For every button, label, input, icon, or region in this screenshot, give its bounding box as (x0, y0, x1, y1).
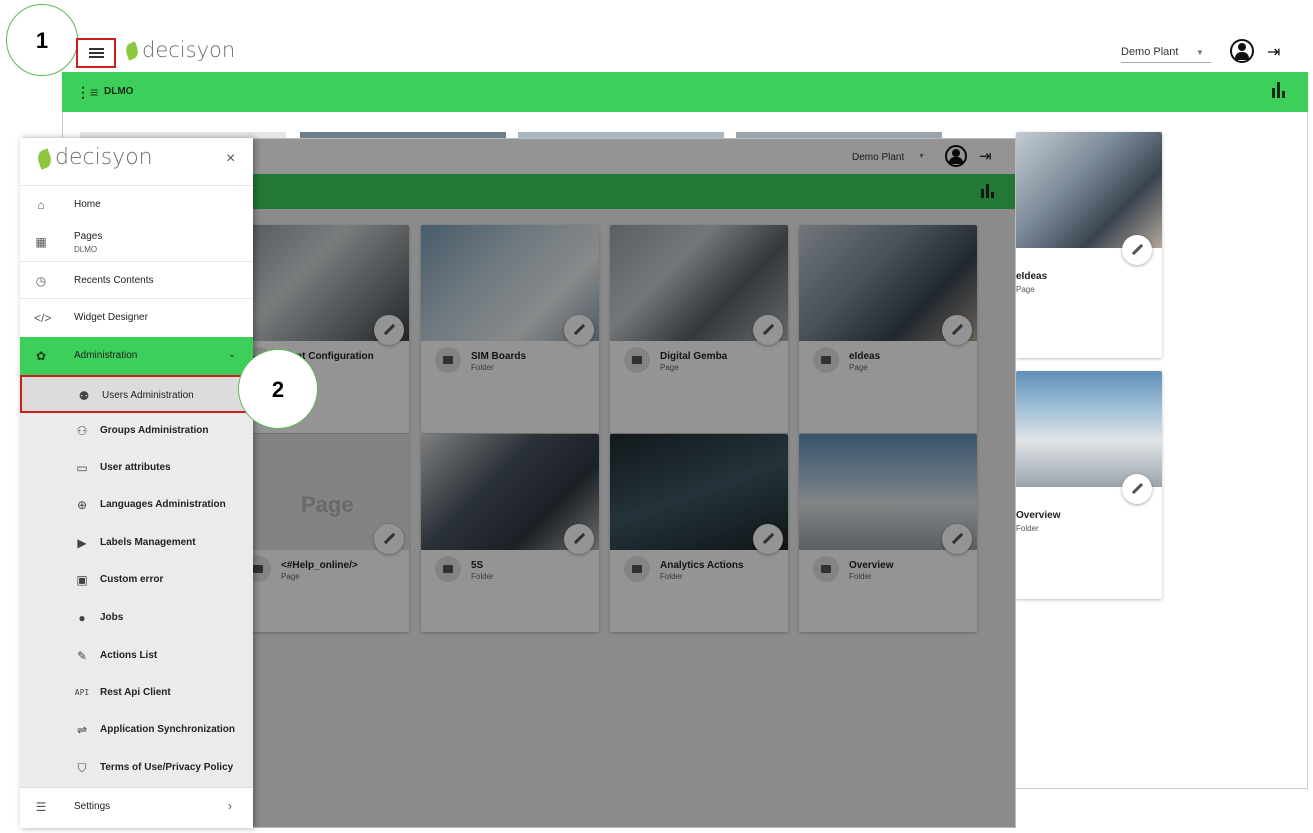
wrench-icon: ✎ (76, 649, 88, 663)
edit-icon[interactable] (1122, 235, 1152, 265)
outer-header: decisyon Demo Plant ▼ ⇥ (62, 32, 1308, 72)
admin-terms-of-use[interactable]: ⛉ Terms of Use/Privacy Policy (20, 749, 253, 787)
outer-breadcrumb-bar: ⋮≡ DLMO (62, 72, 1308, 112)
admin-actions-list[interactable]: ✎ Actions List (20, 637, 253, 675)
admin-user-attributes[interactable]: ▭ User attributes (20, 449, 253, 487)
tree-icon[interactable]: ⋮≡ (76, 84, 98, 101)
admin-custom-error[interactable]: ▣ Custom error (20, 561, 253, 599)
jobs-icon: ● (78, 611, 86, 625)
callout-2: 2 (238, 349, 318, 429)
nav-widget-designer[interactable]: </> Widget Designer (20, 299, 253, 337)
error-icon: ▣ (76, 573, 88, 587)
chevron-right-icon: › (228, 799, 232, 813)
card-subtitle: Page (1016, 285, 1035, 294)
drawer-logo-text: decisyon (55, 145, 153, 170)
card-subtitle: Folder (1016, 524, 1039, 533)
admin-languages-administration[interactable]: ⊕ Languages Administration (20, 486, 253, 524)
outer-card-eideas[interactable]: eIdeas Page (1016, 132, 1162, 358)
decisyon-leaf-icon (35, 148, 54, 170)
callout-1: 1 (6, 4, 78, 76)
home-icon: ⌂ (37, 198, 45, 212)
chevron-down-icon: ▼ (1196, 48, 1204, 57)
decisyon-leaf-icon (123, 41, 141, 61)
shield-icon: ⛉ (77, 761, 87, 775)
nav-administration[interactable]: ✿ Administration ⌄ (20, 337, 253, 375)
admin-users-administration[interactable]: ⚉ Users Administration (20, 375, 253, 413)
code-icon: </> (34, 311, 52, 325)
pages-icon: ▦ (35, 235, 47, 249)
sync-icon: ⇌ (76, 723, 88, 737)
sliders-icon: ☰ (35, 800, 47, 814)
card-title: eIdeas (1016, 271, 1048, 282)
gear-icon: ✿ (35, 349, 47, 363)
card-image (1016, 132, 1162, 248)
clock-icon: ◷ (35, 274, 47, 288)
label-icon: ▶ (77, 536, 87, 550)
admin-application-synchronization[interactable]: ⇌ Application Synchronization (20, 711, 253, 749)
breadcrumb[interactable]: DLMO (104, 86, 133, 97)
users-gear-icon: ⚉ (78, 389, 90, 403)
api-icon: API (74, 688, 90, 697)
pages-sublabel: DLMO (74, 245, 98, 254)
admin-rest-api-client[interactable]: API Rest Api Client (20, 674, 253, 712)
admin-groups-administration[interactable]: ⚇ Groups Administration (20, 412, 253, 450)
close-icon[interactable]: × (226, 150, 235, 168)
user-avatar-icon[interactable] (1230, 39, 1254, 63)
menu-button-highlight[interactable] (76, 38, 116, 68)
groups-icon: ⚇ (76, 424, 88, 438)
nav-recents[interactable]: ◷ Recents Contents (20, 261, 253, 299)
outer-card-overview[interactable]: Overview Folder (1016, 371, 1162, 599)
chevron-down-icon: ⌄ (228, 349, 237, 360)
admin-labels-management[interactable]: ▶ Labels Management (20, 524, 253, 562)
card-image (1016, 371, 1162, 487)
edit-icon[interactable] (1122, 474, 1152, 504)
nav-settings[interactable]: ☰ Settings › (20, 787, 253, 825)
admin-jobs[interactable]: ● Jobs (20, 599, 253, 637)
app-logo-text: decisyon (142, 38, 236, 62)
hamburger-icon (89, 48, 104, 58)
card-title: Overview (1016, 510, 1061, 521)
nav-pages[interactable]: ▦ Pages DLMO (20, 223, 253, 261)
chart-icon[interactable] (1272, 82, 1288, 98)
user-attributes-icon: ▭ (76, 461, 88, 475)
nav-home[interactable]: ⌂ Home (20, 185, 253, 223)
globe-icon: ⊕ (76, 498, 88, 512)
logout-icon[interactable]: ⇥ (1267, 42, 1280, 62)
